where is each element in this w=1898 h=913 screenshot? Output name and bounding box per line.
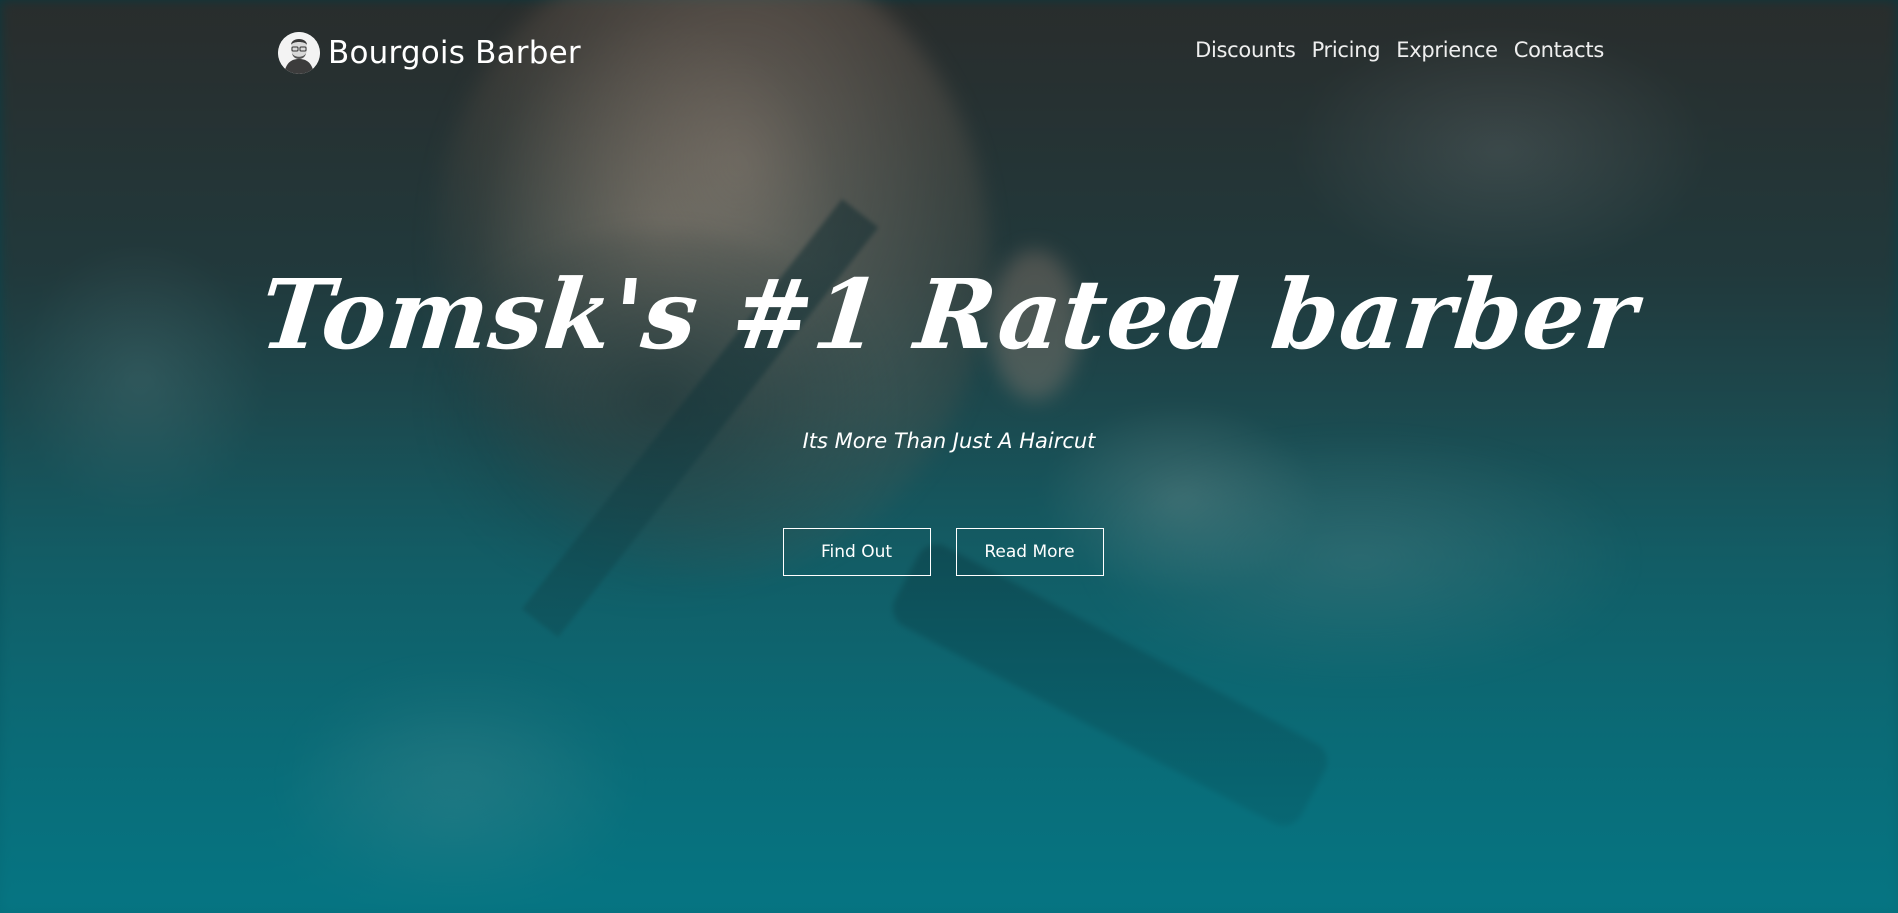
hero-color-overlay <box>0 0 1898 913</box>
hero-headline: Tomsk's #1 Rated barber <box>255 258 1643 371</box>
find-out-button[interactable]: Find Out <box>782 528 931 576</box>
hero-button-group: Find Out Read More <box>0 528 1898 576</box>
nav-link-contacts[interactable]: Contacts <box>1514 38 1605 62</box>
brand-logo-link[interactable]: Bourgois Barber <box>278 32 581 74</box>
hero-section: Bourgois Barber Discounts Pricing Exprie… <box>0 0 1898 913</box>
read-more-button[interactable]: Read More <box>955 528 1104 576</box>
nav-link-pricing[interactable]: Pricing <box>1312 38 1381 62</box>
hero-tagline: Its More Than Just A Haircut <box>802 429 1096 453</box>
nav-menu: Discounts Pricing Exprience Contacts <box>1195 38 1604 62</box>
barber-avatar-icon <box>278 32 320 74</box>
nav-link-exprience[interactable]: Exprience <box>1396 38 1498 62</box>
nav-link-discounts[interactable]: Discounts <box>1195 38 1296 62</box>
top-navbar: Bourgois Barber Discounts Pricing Exprie… <box>0 0 1898 100</box>
brand-name: Bourgois Barber <box>328 35 581 71</box>
